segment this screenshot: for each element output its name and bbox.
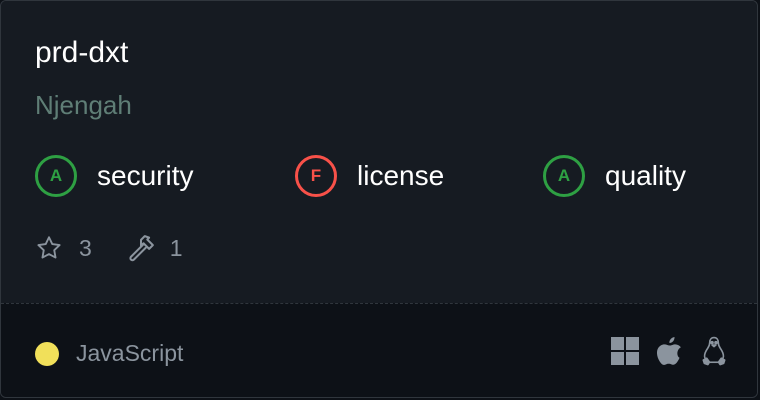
- hammer-icon: [126, 233, 156, 263]
- star-icon: [35, 234, 63, 262]
- security-grade-badge: A: [35, 155, 77, 197]
- card-footer: JavaScript: [1, 303, 757, 397]
- linux-icon: [701, 336, 727, 366]
- platform-list: [593, 336, 727, 366]
- language-color-dot: [35, 341, 59, 366]
- quality-label: quality: [605, 160, 686, 191]
- apple-icon: [657, 337, 683, 365]
- repo-language: JavaScript: [35, 340, 183, 367]
- license-score: F license: [295, 155, 444, 197]
- security-label: security: [97, 160, 194, 191]
- repo-stats: 3 1: [35, 233, 183, 263]
- quality-grade-badge: A: [543, 155, 585, 197]
- stars-stat: 3: [35, 234, 92, 262]
- windows-icon: [611, 337, 639, 365]
- tools-stat: 1: [126, 233, 183, 263]
- repo-card[interactable]: prd-dxt Njengah A security F license A q…: [0, 0, 758, 398]
- license-grade-badge: F: [295, 155, 337, 197]
- license-label: license: [357, 160, 445, 191]
- language-name: JavaScript: [76, 340, 184, 366]
- quality-score: A quality: [543, 155, 686, 197]
- tools-count: 1: [169, 234, 183, 261]
- security-score: A security: [35, 155, 193, 197]
- repo-name[interactable]: prd-dxt: [35, 36, 128, 70]
- repo-owner[interactable]: Njengah: [35, 90, 132, 121]
- stars-count: 3: [79, 234, 92, 261]
- card-body: prd-dxt Njengah A security F license A q…: [1, 1, 757, 303]
